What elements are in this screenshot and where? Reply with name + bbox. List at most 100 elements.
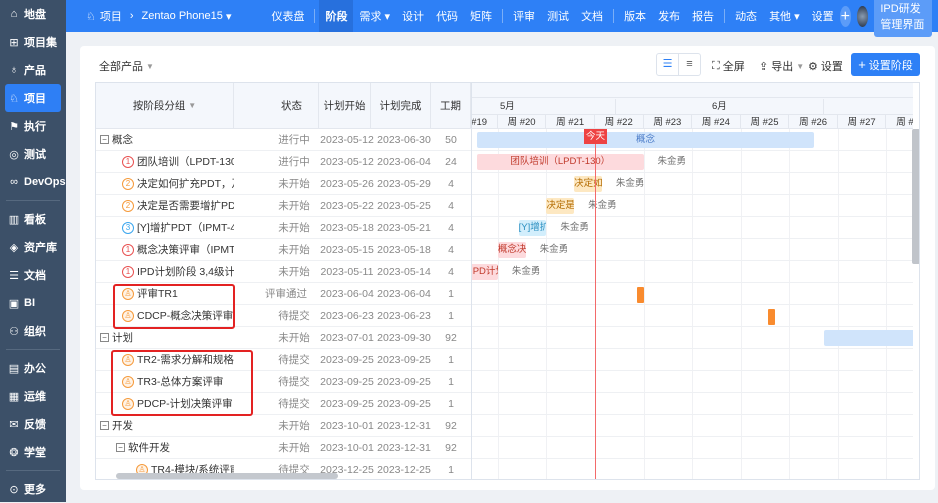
row-start: 2023-09-25 — [320, 375, 374, 388]
sidebar-item-devops[interactable]: ∞ DevOps — [0, 168, 66, 196]
sidebar-item-feedback[interactable]: ✉ 反馈 — [0, 410, 66, 438]
week-label: 周 #25 — [740, 114, 790, 129]
nav-tab[interactable]: 其他 ▾ — [763, 0, 806, 32]
row-name[interactable]: − 开发 — [96, 418, 234, 433]
sidebar-item-office[interactable]: ▤ 办公 — [0, 354, 66, 382]
sidebar-item-school[interactable]: ❂ 学堂 — [0, 438, 66, 466]
table-row[interactable]: 3[Y]增扩PDT（IPMT-40） 未开始 2023-05-18 2023-0… — [96, 217, 471, 239]
gantt-header-top — [472, 83, 913, 98]
task-owner: 朱金勇 — [539, 244, 569, 255]
row-name[interactable]: 1团队培训（LPDT-130） — [96, 154, 234, 169]
nav-tab[interactable]: 阶段 — [319, 0, 354, 32]
horizontal-scrollbar[interactable] — [116, 473, 338, 479]
row-duration: 4 — [448, 221, 454, 234]
sidebar-item-doc[interactable]: ☰ 文档 — [0, 261, 66, 289]
gantt-view-icon[interactable]: ☰ — [657, 54, 679, 75]
row-name[interactable]: − 概念 — [96, 132, 234, 147]
nav-tab[interactable]: 文档 — [575, 0, 609, 32]
sidebar-item-ops[interactable]: ▦ 运维 — [0, 382, 66, 410]
nav-tab[interactable]: 报告 — [686, 0, 720, 32]
nav-tab[interactable]: 评审 — [507, 0, 541, 32]
collapse-icon[interactable]: − — [116, 443, 125, 452]
gantt-task-bar[interactable]: IPD计划阶段 3,4级计划 — [472, 264, 498, 280]
table-row[interactable]: 2 决定是否需要增扩PDT 未开始 2023-05-22 2023-05-25 4 — [96, 195, 471, 217]
gantt-group-bar[interactable] — [824, 330, 913, 346]
breadcrumb-project[interactable]: ♘ 项目 — [80, 0, 128, 32]
week-label: 周 #21 — [546, 114, 595, 129]
vertical-scrollbar[interactable] — [912, 129, 919, 264]
nav-tab[interactable]: 发布 — [652, 0, 686, 32]
add-stage-button[interactable]: + 设置阶段 — [851, 53, 920, 76]
sidebar-item-grid[interactable]: ⊞ 项目集 — [0, 28, 66, 56]
nav-tab[interactable]: 矩阵 — [464, 0, 498, 32]
collapse-icon[interactable]: − — [100, 333, 109, 342]
row-end: 2023-09-30 — [377, 331, 431, 344]
row-duration: 4 — [448, 265, 454, 278]
gantt-task-bar[interactable]: 决定是否需要增扩PDT — [546, 198, 575, 214]
nav-tab[interactable]: 设置 — [806, 0, 840, 32]
account-button[interactable]: IPD研发管理界面 — [874, 0, 932, 37]
fullscreen-button[interactable]: ⛶ 全屏 — [712, 58, 745, 74]
row-name[interactable]: 1IPD计划阶段 3,4级计划 — [96, 264, 234, 279]
gantt-group-bar[interactable]: 概念 — [477, 132, 814, 148]
nav-tab[interactable]: 代码 — [430, 0, 464, 32]
sidebar-item-project[interactable]: ♘ 项目 — [5, 84, 61, 112]
project-switcher[interactable]: Zentao Phone15 ▾ — [136, 0, 238, 32]
sidebar-item-run[interactable]: ⚑ 执行 — [0, 112, 66, 140]
sidebar-item-bulb[interactable]: ♁ 产品 — [0, 56, 66, 84]
table-row[interactable]: 1概念决策评审（IPMT-30 未开始 2023-05-15 2023-05-1… — [96, 239, 471, 261]
avatar[interactable] — [857, 5, 869, 27]
milestone-marker[interactable] — [636, 287, 644, 303]
table-row[interactable]: 1团队培训（LPDT-130） 进行中 2023-05-12 2023-06-0… — [96, 151, 471, 173]
table-row[interactable]: − 软件开发 未开始 2023-10-01 2023-12-31 92 — [96, 437, 471, 459]
nav-tab[interactable]: 设计 — [396, 0, 430, 32]
product-filter[interactable]: 全部产品 ▼ — [99, 58, 154, 74]
table-row[interactable]: − 开发 未开始 2023-10-01 2023-12-31 92 — [96, 415, 471, 437]
sidebar-divider — [6, 349, 60, 350]
row-name[interactable]: 3[Y]增扩PDT（IPMT-40） — [96, 220, 234, 235]
gantt-task-bar[interactable]: 概念决策评审（IPMT-30 — [497, 242, 526, 258]
feedback-icon: ✉ — [9, 418, 19, 431]
nav-tab[interactable]: 动态 — [729, 0, 763, 32]
row-start: 2023-10-01 — [320, 441, 374, 454]
add-icon[interactable]: + — [839, 5, 851, 27]
row-end: 2023-09-25 — [377, 353, 431, 366]
top-nav: ♘ 项目 › Zentao Phone15 ▾ 仪表盘 阶段 需求 ▾ 设计 代码 矩阵 评审… — [66, 0, 938, 37]
sidebar-item-home[interactable]: ⌂ 地盘 — [0, 0, 66, 28]
row-name[interactable]: 1概念决策评审（IPMT-30 — [96, 242, 234, 257]
settings-button[interactable]: ⚙ 设置 — [808, 58, 843, 74]
gantt-task-bar[interactable]: 决定如何扩充PDT，及扩 — [574, 176, 602, 192]
row-end: 2023-06-23 — [377, 309, 431, 322]
list-view-icon[interactable]: ≡ — [679, 54, 700, 75]
kanban-icon: ▥ — [8, 213, 20, 226]
row-name[interactable]: − 计划 — [96, 330, 234, 345]
collapse-icon[interactable]: − — [100, 135, 109, 144]
table-row[interactable]: 2决定如何扩充PDT，及扩 未开始 2023-05-26 2023-05-29 … — [96, 173, 471, 195]
gantt-task-bar[interactable]: [Y]增扩PDT（IPMT-40） — [518, 220, 547, 236]
today-marker: 今天 — [583, 129, 607, 144]
table-row[interactable]: − 概念 进行中 2023-05-12 2023-06-30 50 — [96, 129, 471, 151]
sidebar-item-org[interactable]: ⚇ 组织 — [0, 317, 66, 345]
table-row[interactable]: 1IPD计划阶段 3,4级计划 未开始 2023-05-11 2023-05-1… — [96, 261, 471, 283]
row-name[interactable]: 2决定如何扩充PDT，及扩 — [96, 176, 234, 191]
org-icon: ⚇ — [9, 325, 19, 338]
nav-tab[interactable]: 仪表盘 — [265, 0, 310, 32]
sidebar-item-test[interactable]: ◎ 测试 — [0, 140, 66, 168]
sidebar-item-more[interactable]: ⊙ 更多 — [0, 475, 66, 503]
nav-tab[interactable]: 版本 — [618, 0, 652, 32]
collapse-icon[interactable]: − — [100, 421, 109, 430]
milestone-marker[interactable] — [768, 309, 776, 325]
gantt-task-bar[interactable]: 团队培训（LPDT-130） — [477, 154, 644, 170]
row-start: 2023-05-12 — [320, 133, 374, 146]
table-row[interactable]: − 计划 未开始 2023-07-01 2023-09-30 92 — [96, 327, 471, 349]
row-name[interactable]: 2 决定是否需要增扩PDT — [96, 198, 234, 213]
sidebar-item-asset[interactable]: ◈ 资产库 — [0, 233, 66, 261]
column-header-name[interactable]: 按阶段分组 ▼ — [96, 83, 234, 129]
nav-tab[interactable]: 测试 — [541, 0, 575, 32]
row-duration: 92 — [445, 419, 457, 432]
sidebar-item-kanban[interactable]: ▥ 看板 — [0, 205, 66, 233]
nav-tab[interactable]: 需求 ▾ — [353, 0, 396, 32]
export-button[interactable]: ⇪ 导出 ▼ — [759, 58, 804, 74]
sidebar-item-bi[interactable]: ▣ BI — [0, 289, 66, 317]
row-name[interactable]: − 软件开发 — [96, 440, 234, 455]
